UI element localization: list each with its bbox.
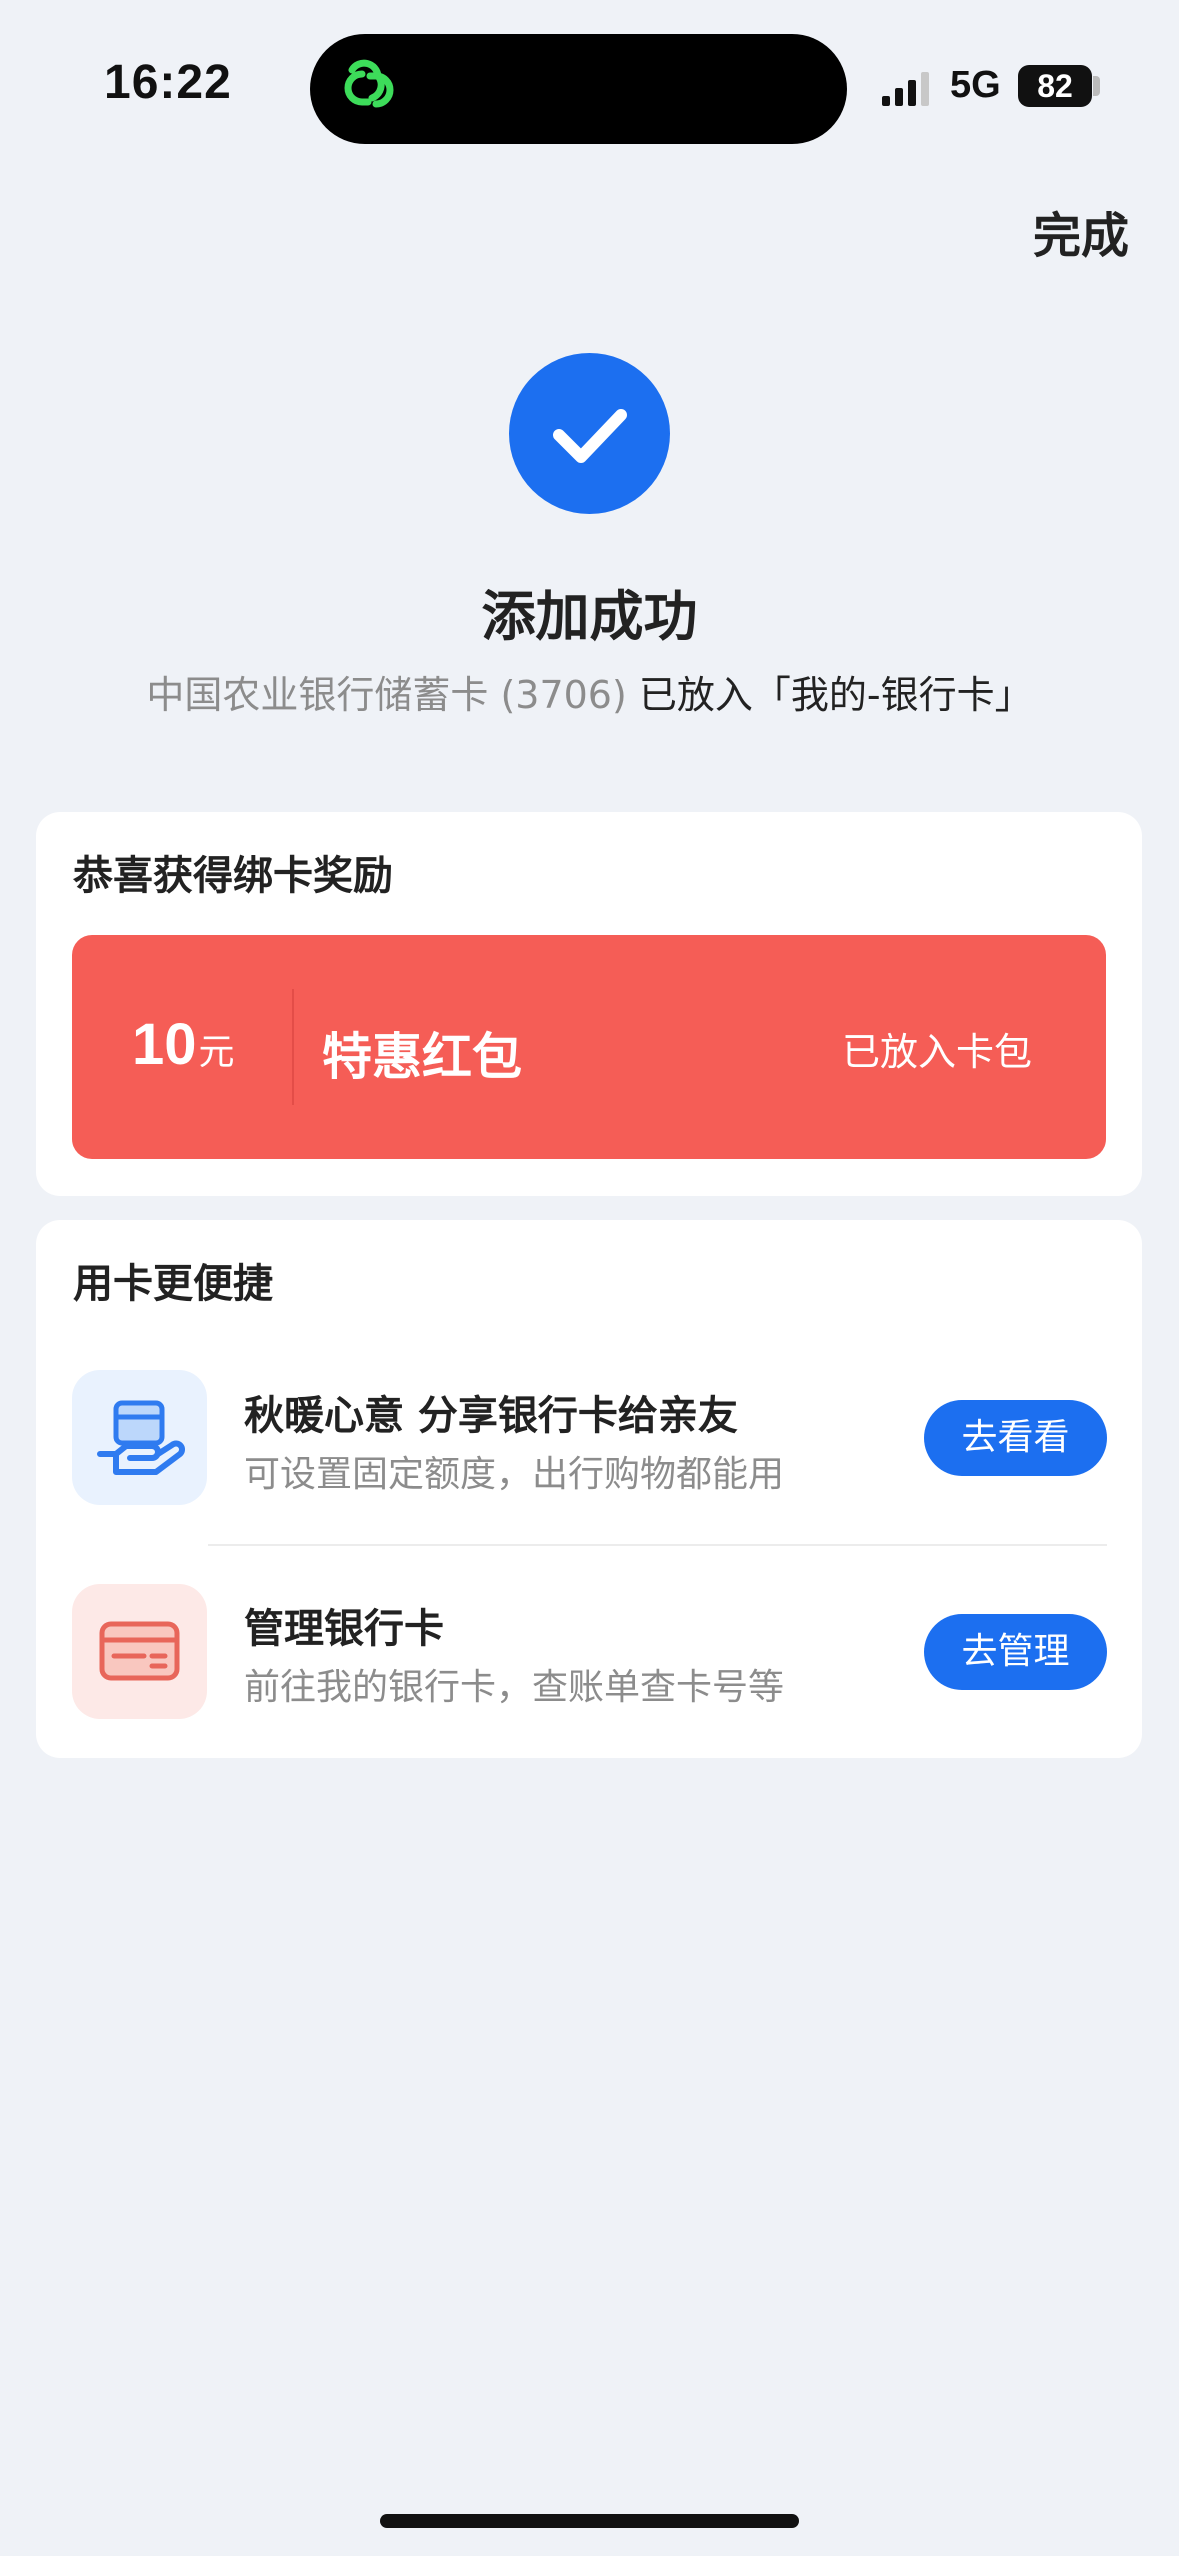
reward-amount: 10元 [132,1011,235,1078]
red-packet-coupon[interactable]: 10元 特惠红包 已放入卡包 [72,935,1106,1159]
signal-icon [882,72,929,106]
added-card-name: 中国农业银行储蓄卡 (3706) [146,673,627,717]
success-check-icon [509,353,670,514]
share-card-hand-icon [72,1370,207,1505]
success-subtitle: 中国农业银行储蓄卡 (3706) 已放入「我的-银行卡」 [0,664,1179,719]
reward-status: 已放入卡包 [841,1030,1032,1074]
bank-card-icon [72,1584,207,1719]
link-rings-icon [344,59,394,108]
success-title: 添加成功 [481,585,698,648]
home-indicator[interactable] [380,2514,799,2528]
reward-amount-unit: 元 [198,1031,235,1072]
network-type: 5G [950,64,1001,106]
share-card-desc: 可设置固定额度，出行购物都能用 [244,1454,785,1495]
manage-card-title: 管理银行卡 [244,1606,444,1652]
status-time: 16:22 [104,56,232,109]
manage-card-desc: 前往我的银行卡，查账单查卡号等 [244,1667,785,1708]
dynamic-island [310,34,847,144]
convenience-section-title: 用卡更便捷 [73,1261,273,1307]
reward-divider [292,989,294,1105]
reward-amount-value: 10 [132,1012,197,1077]
go-manage-button[interactable]: 去管理 [924,1614,1107,1690]
battery-cap [1093,76,1100,96]
done-button[interactable]: 完成 [1033,196,1129,266]
go-look-button[interactable]: 去看看 [924,1400,1107,1476]
share-card-title: 秋暖心意 分享银行卡给亲友 [244,1393,738,1439]
battery-icon: 82 [1018,65,1092,107]
item-divider [208,1544,1107,1546]
card-placement-text: 已放入「我的-银行卡」 [638,673,1033,717]
reward-section-title: 恭喜获得绑卡奖励 [73,853,393,899]
reward-name: 特惠红包 [322,1028,522,1086]
